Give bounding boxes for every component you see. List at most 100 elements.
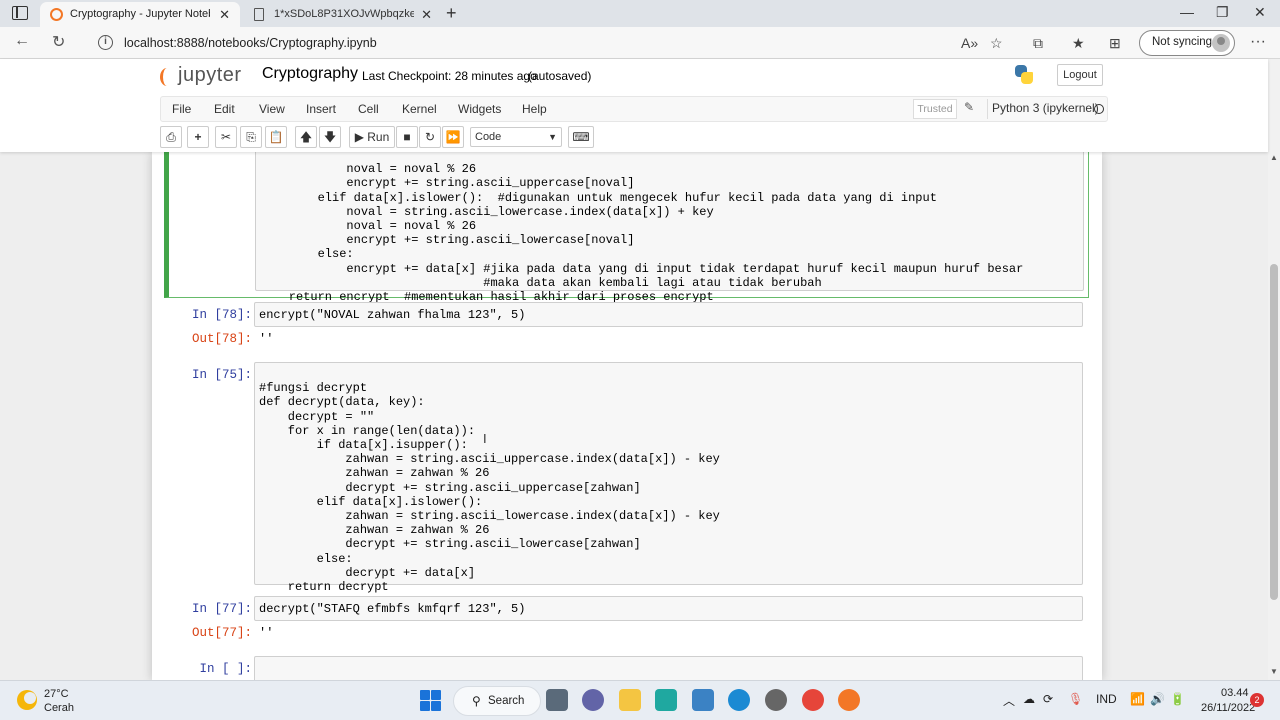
scroll-thumb[interactable] [1270, 264, 1278, 600]
search-icon: ⚲ [472, 694, 481, 708]
language-indicator[interactable]: IND [1096, 692, 1117, 706]
output-prompt: Out[77]: [191, 626, 252, 640]
clock-date[interactable]: 26/11/2022 [1201, 702, 1255, 714]
code-line[interactable]: encrypt("NOVAL zahwan fhalma 123", 5) [255, 303, 1082, 324]
settings-gear-icon[interactable] [765, 689, 787, 711]
favorite-star-icon[interactable]: ☆ [990, 35, 1003, 52]
notebook-name[interactable]: Cryptography [262, 65, 358, 83]
run-button[interactable]: ▶ Run [349, 126, 395, 148]
cell-output: '' [259, 332, 274, 346]
speaker-icon[interactable]: 🔊 [1150, 692, 1165, 706]
edge-browser-icon[interactable] [728, 689, 750, 711]
save-button[interactable]: ⎙ [160, 126, 182, 148]
move-up-button[interactable]: 🡅 [295, 126, 317, 148]
tab-cryptography[interactable]: Cryptography - Jupyter Notebook ✕ [40, 2, 240, 27]
menu-widgets[interactable]: Widgets [458, 102, 501, 116]
sync-icon[interactable]: ⟳ [1043, 692, 1053, 706]
more-menu-icon[interactable]: ··· [1250, 33, 1266, 51]
file-explorer-icon[interactable] [619, 689, 641, 711]
command-palette-button[interactable]: ⌨ [568, 126, 594, 148]
weather-description[interactable]: Cerah [44, 702, 74, 714]
insert-cell-button[interactable]: + [187, 126, 209, 148]
cell-input[interactable]: encrypt("NOVAL zahwan fhalma 123", 5) [254, 302, 1083, 327]
kernel-name: Python 3 (ipykernel) [987, 99, 1099, 119]
tab-actions-icon[interactable] [12, 6, 28, 20]
app-l-icon[interactable] [655, 689, 677, 711]
menu-file[interactable]: File [172, 102, 191, 116]
logout-button[interactable]: Logout [1057, 64, 1103, 86]
scroll-up-icon[interactable]: ▲ [1270, 153, 1278, 162]
menu-view[interactable]: View [259, 102, 285, 116]
collections-icon[interactable]: ⊞ [1109, 35, 1121, 52]
cell-type-select[interactable]: Code ▼ [470, 127, 562, 147]
code-cell-empty[interactable]: In [ ]: [164, 656, 1089, 680]
taskbar-search[interactable]: ⚲ Search [453, 686, 541, 716]
close-tab-icon[interactable]: ✕ [421, 7, 432, 23]
menu-cell[interactable]: Cell [358, 102, 379, 116]
tab-title: Cryptography - Jupyter Notebook [70, 8, 210, 20]
pencil-icon[interactable]: ✎ [964, 100, 974, 114]
code-line: encrypt += string.ascii_lowercase[noval] [260, 233, 635, 248]
profile-sync-button[interactable]: Not syncing [1139, 30, 1235, 56]
paste-button[interactable]: 📋 [265, 126, 287, 148]
interrupt-button[interactable]: ■ [396, 126, 418, 148]
wifi-icon[interactable]: 📶 [1130, 692, 1145, 706]
code-cell-decrypt-call[interactable]: In [77]: decrypt("STAFQ efmbfs kmfqrf 12… [164, 596, 1089, 644]
start-button[interactable] [420, 690, 442, 712]
menu-edit[interactable]: Edit [214, 102, 235, 116]
battery-icon[interactable]: 🔋 [1170, 692, 1185, 706]
tab-image[interactable]: 1*xSDoL8P31XOJvWpbqzkeqQ.png ✕ [244, 2, 442, 27]
back-icon[interactable]: ← [14, 32, 30, 50]
code-editor[interactable]: #fungsi decrypt def decrypt(data, key): d… [255, 363, 1082, 625]
task-view-icon[interactable] [546, 689, 568, 711]
code-cell-decrypt[interactable]: In [75]: #fungsi decrypt def decrypt(data… [164, 362, 1089, 594]
cell-input[interactable] [254, 656, 1083, 680]
info-icon[interactable]: i [98, 35, 113, 50]
trusted-indicator[interactable]: Trusted [913, 99, 957, 119]
code-line: decrypt += string.ascii_uppercase[zahwan… [259, 480, 641, 495]
code-cell-encrypt-call[interactable]: In [78]: encrypt("NOVAL zahwan fhalma 12… [164, 302, 1089, 350]
menu-help[interactable]: Help [522, 102, 547, 116]
favorites-icon[interactable]: ★ [1072, 35, 1085, 52]
code-cell-encrypt[interactable]: noval = noval % 26 encrypt += string.asc… [164, 152, 1089, 304]
weather-temperature[interactable]: 27°C [44, 688, 69, 700]
notification-badge[interactable]: 2 [1250, 693, 1264, 707]
microphone-icon[interactable]: 🎙 [1068, 692, 1083, 706]
browser-titlebar: Cryptography - Jupyter Notebook ✕ 1*xSDo… [0, 0, 1280, 27]
new-tab-icon[interactable]: + [446, 3, 457, 24]
cell-input[interactable]: decrypt("STAFQ efmbfs kmfqrf 123", 5) [254, 596, 1083, 621]
close-tab-icon[interactable]: ✕ [219, 7, 230, 23]
text-cursor-icon: I [483, 431, 487, 446]
clock-time[interactable]: 03.44 [1221, 687, 1249, 699]
chrome-browser-icon[interactable] [802, 689, 824, 711]
move-down-button[interactable]: 🡇 [319, 126, 341, 148]
minimize-icon[interactable]: — [1180, 4, 1194, 20]
page-scrollbar[interactable]: ▲ ▼ [1268, 59, 1280, 680]
code-line: #maka data akan kembali lagi atau tidak … [260, 275, 822, 290]
code-line: elif data[x].islower(): [259, 494, 483, 509]
store-icon[interactable] [692, 689, 714, 711]
url-text[interactable]: localhost:8888/notebooks/Cryptography.ip… [124, 36, 377, 50]
weather-moon-icon[interactable] [17, 690, 37, 710]
onedrive-cloud-icon[interactable]: ☁ [1023, 692, 1035, 706]
copy-button[interactable]: ⎘ [240, 126, 262, 148]
close-window-icon[interactable]: ✕ [1254, 4, 1266, 21]
code-line: decrypt += data[x] [259, 565, 476, 580]
menu-insert[interactable]: Insert [306, 102, 336, 116]
cut-button[interactable]: ✂ [215, 126, 237, 148]
menu-kernel[interactable]: Kernel [402, 102, 437, 116]
jupyter-app-icon[interactable] [838, 689, 860, 711]
restart-run-all-button[interactable]: ⏩ [442, 126, 464, 148]
notebook-container: noval = noval % 26 encrypt += string.asc… [152, 152, 1102, 680]
teams-chat-icon[interactable] [582, 689, 604, 711]
read-aloud-icon[interactable]: A» [961, 35, 978, 51]
code-line[interactable]: decrypt("STAFQ efmbfs kmfqrf 123", 5) [255, 597, 1082, 618]
maximize-icon[interactable]: ❐ [1216, 4, 1229, 21]
refresh-icon[interactable]: ↻ [52, 32, 65, 52]
chevron-up-icon[interactable]: ︿ [1003, 692, 1015, 709]
cell-input[interactable]: #fungsi decrypt def decrypt(data, key): d… [254, 362, 1083, 594]
restart-button[interactable]: ↻ [419, 126, 441, 148]
cell-input[interactable]: noval = noval % 26 encrypt += string.asc… [255, 152, 1084, 304]
extensions-icon[interactable]: ⧉ [1033, 35, 1043, 52]
scroll-down-icon[interactable]: ▼ [1270, 667, 1278, 676]
